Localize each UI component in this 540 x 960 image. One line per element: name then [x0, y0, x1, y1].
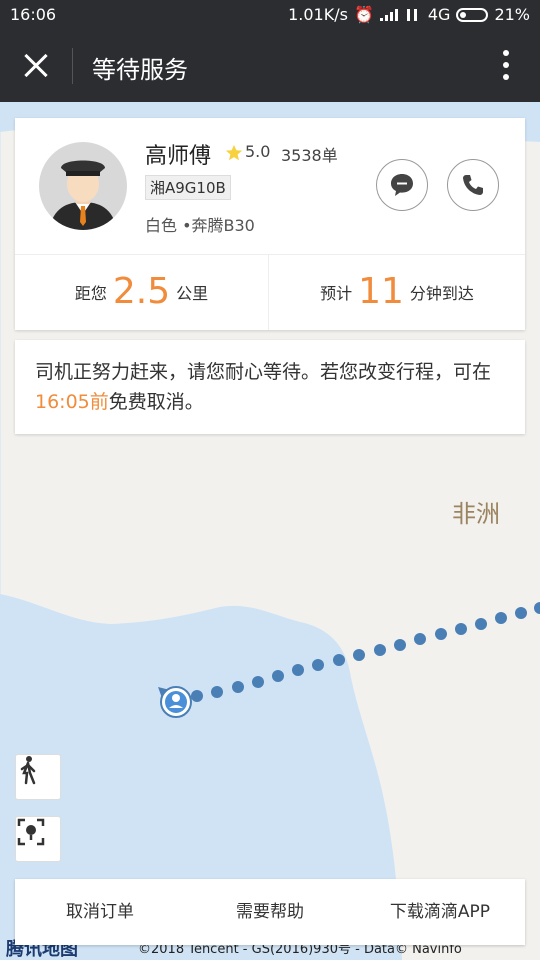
status-indicators: 1.01K/s ⏰ 4G 21%: [288, 5, 530, 24]
network-speed: 1.01K/s: [288, 5, 348, 24]
status-time: 16:06: [10, 5, 57, 24]
more-menu-icon[interactable]: [502, 50, 510, 80]
page-title: 等待服务: [92, 56, 188, 84]
message-driver-button[interactable]: [376, 159, 428, 211]
free-cancel-deadline: 16:05前: [35, 391, 109, 413]
walk-navigation-button[interactable]: [15, 754, 61, 800]
eta-info: 预计 11 分钟到达: [320, 271, 474, 312]
cancel-order-button[interactable]: 取消订单: [15, 879, 185, 945]
title-bar: 等待服务: [0, 30, 540, 102]
distance-value: 2.5: [112, 271, 171, 312]
driver-rating: 5.0: [245, 142, 271, 161]
map-label-africa: 非洲: [452, 500, 500, 528]
battery-icon: [456, 7, 489, 22]
user-location-marker: [158, 686, 192, 718]
bottom-action-bar: 取消订单 需要帮助 下载滴滴APP: [15, 879, 525, 945]
phone-icon: [463, 175, 483, 195]
signal-icon: [379, 8, 398, 21]
driver-orders: 3538单: [281, 146, 338, 165]
data-transfer-icon: [404, 8, 422, 21]
cancel-notice: 司机正努力赶来，请您耐心等待。若您改变行程，可在16:05前免费取消。: [15, 340, 525, 434]
locate-icon: [17, 818, 45, 846]
driver-name: 高师傅: [145, 144, 212, 169]
alarm-icon: ⏰: [353, 5, 374, 24]
chat-icon: [391, 174, 413, 196]
star-icon: [225, 144, 243, 161]
status-bar: 16:06 1.01K/s ⏰ 4G 21%: [0, 0, 540, 30]
call-driver-button[interactable]: [447, 159, 499, 211]
walking-person-icon: [20, 756, 36, 785]
battery-level: 21%: [494, 5, 530, 24]
license-plate: 湘A9G10B: [145, 175, 231, 200]
network-type: 4G: [427, 5, 451, 24]
locate-button[interactable]: [15, 816, 61, 862]
close-icon[interactable]: [18, 48, 54, 84]
title-divider: [72, 48, 73, 84]
eta-value: 11: [358, 271, 404, 312]
driver-avatar: [39, 142, 127, 230]
download-app-button[interactable]: 下载滴滴APP: [355, 879, 525, 945]
distance-info: 距您 2.5 公里: [74, 271, 209, 312]
car-description: 白色 •奔腾B30: [145, 216, 255, 235]
driver-card: 高师傅 5.0 3538单 湘A9G10B 白色 •奔腾B30 距您 2.5 公里 …: [15, 118, 525, 330]
need-help-button[interactable]: 需要帮助: [185, 879, 355, 945]
